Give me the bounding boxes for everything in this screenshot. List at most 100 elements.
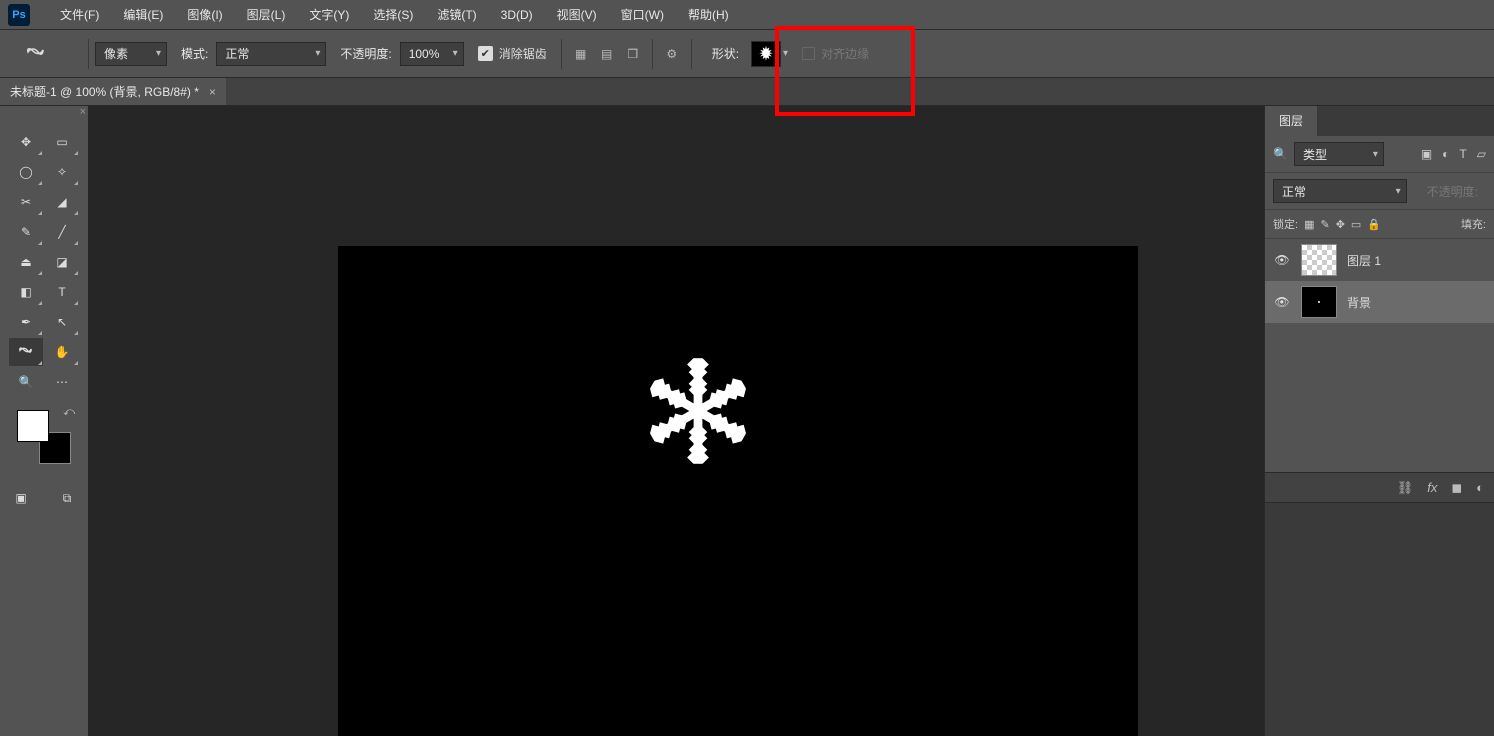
mode-dropdown[interactable]: 正常 <box>216 42 326 66</box>
adjustment-icon[interactable]: ◐ <box>1476 480 1484 495</box>
document-tabbar: 未标题-1 @ 100% (背景, RGB/8#) * × <box>0 78 1494 106</box>
quickmask-tool[interactable]: ▣ <box>4 484 38 512</box>
screenmode-tool[interactable]: ⧉ <box>50 484 84 512</box>
menu-window[interactable]: 窗口(W) <box>609 6 676 23</box>
foreground-color[interactable] <box>17 410 49 442</box>
mask-icon[interactable]: ◼ <box>1451 480 1462 496</box>
lasso-tool[interactable]: ◯ <box>9 158 43 186</box>
layers-list: 👁 图层 1 👁 背景 <box>1265 239 1494 472</box>
menubar: Ps 文件(F) 编辑(E) 图像(I) 图层(L) 文字(Y) 选择(S) 滤… <box>0 0 1494 30</box>
shape-label: 形状: <box>712 45 739 62</box>
panels: 图层 🔍 类型 ▣ ◐ T ▱ 正常 不透明度: 锁定: ▦ ✎ ✥ ▭ 🔒 填… <box>1264 106 1494 736</box>
align-top-icon[interactable]: ▦ <box>568 41 594 67</box>
menu-image[interactable]: 图像(I) <box>175 6 234 23</box>
toolbox: × ✥ ▭ ◯ ✧ ✂ ◢ ✎ ╱ ⏏ ◪ ◧ T ✒ ↖ ✋ 🔍 ⋯ ⤺ ▣ <box>0 106 88 736</box>
menu-help[interactable]: 帮助(H) <box>676 6 741 23</box>
type-tool[interactable]: T <box>45 278 79 306</box>
empty-panel-area <box>1265 502 1494 736</box>
eyedropper-tool[interactable]: ◢ <box>45 188 79 216</box>
collapse-icon[interactable]: × <box>80 106 86 118</box>
layer-thumbnail[interactable] <box>1301 244 1337 276</box>
layer-name[interactable]: 背景 <box>1347 294 1371 311</box>
chevron-down-icon[interactable]: ▾ <box>783 48 788 59</box>
visibility-icon[interactable]: 👁 <box>1273 253 1291 267</box>
custom-shape-tool[interactable] <box>9 338 43 366</box>
filter-shape-icon[interactable]: ▱ <box>1477 147 1486 161</box>
antialias-label: 消除锯齿 <box>499 45 547 62</box>
layer-name[interactable]: 图层 1 <box>1347 252 1381 269</box>
options-bar: 像素 模式: 正常 不透明度: 100% ✔ 消除锯齿 ▦ ▤ ❒ ⚙ 形状: … <box>0 30 1494 78</box>
menu-filter[interactable]: 滤镜(T) <box>425 6 488 23</box>
stack-icon[interactable]: ❒ <box>620 41 646 67</box>
opacity-value: 100% <box>409 47 440 61</box>
menu-layer[interactable]: 图层(L) <box>235 6 298 23</box>
marquee-tool[interactable]: ▭ <box>45 128 79 156</box>
opacity-dropdown[interactable]: 100% <box>400 42 464 66</box>
filter-type-icon[interactable]: T <box>1459 147 1466 161</box>
brush-tool[interactable]: ╱ <box>45 218 79 246</box>
mode-value: 正常 <box>225 45 249 62</box>
stamp-tool[interactable]: ⏏ <box>9 248 43 276</box>
blend-mode-dropdown[interactable]: 正常 <box>1273 179 1407 203</box>
unit-value: 像素 <box>104 45 128 62</box>
menu-edit[interactable]: 编辑(E) <box>111 6 175 23</box>
document-tab[interactable]: 未标题-1 @ 100% (背景, RGB/8#) * × <box>0 78 226 105</box>
snowflake-shape <box>643 356 753 466</box>
unit-dropdown[interactable]: 像素 <box>95 42 167 66</box>
ps-logo-icon: Ps <box>8 4 30 26</box>
mode-label: 模式: <box>181 45 208 62</box>
lock-all-icon[interactable]: 🔒 <box>1367 218 1381 231</box>
menu-select[interactable]: 选择(S) <box>361 6 425 23</box>
zoom-tool[interactable]: 🔍 <box>9 368 43 396</box>
filter-adjust-icon[interactable]: ◐ <box>1442 147 1449 161</box>
align-edges-checkbox <box>802 47 815 60</box>
fx-icon[interactable]: fx <box>1427 480 1437 495</box>
swap-colors-icon[interactable]: ⤺ <box>63 406 75 419</box>
lock-artboard-icon[interactable]: ▭ <box>1351 218 1361 231</box>
path-select-tool[interactable]: ↖ <box>45 308 79 336</box>
healing-tool[interactable]: ✎ <box>9 218 43 246</box>
lock-pixels-icon[interactable]: ▦ <box>1304 218 1314 231</box>
tab-title: 未标题-1 @ 100% (背景, RGB/8#) * <box>10 83 199 100</box>
antialias-checkbox[interactable]: ✔ <box>478 46 493 61</box>
filter-label: 类型 <box>1303 146 1327 163</box>
layer-thumbnail[interactable] <box>1301 286 1337 318</box>
fill-label: 填充: <box>1461 216 1486 232</box>
menu-3d[interactable]: 3D(D) <box>489 8 545 22</box>
move-tool[interactable]: ✥ <box>9 128 43 156</box>
opacity-label: 不透明度: <box>340 45 391 62</box>
lock-brush-icon[interactable]: ✎ <box>1320 218 1329 231</box>
visibility-icon[interactable]: 👁 <box>1273 295 1291 309</box>
panel-opacity-label: 不透明度: <box>1427 183 1478 200</box>
align-mid-icon[interactable]: ▤ <box>594 41 620 67</box>
menu-type[interactable]: 文字(Y) <box>297 6 361 23</box>
more-tools[interactable]: ⋯ <box>45 368 79 396</box>
hand-tool[interactable]: ✋ <box>45 338 79 366</box>
layers-tab[interactable]: 图层 <box>1265 106 1317 136</box>
color-swatches[interactable]: ⤺ <box>17 410 71 464</box>
eraser-tool[interactable]: ◪ <box>45 248 79 276</box>
menu-view[interactable]: 视图(V) <box>545 6 609 23</box>
lock-position-icon[interactable]: ✥ <box>1336 218 1345 231</box>
canvas[interactable] <box>338 246 1138 736</box>
lock-label: 锁定: <box>1273 216 1298 232</box>
blend-mode-value: 正常 <box>1282 183 1306 200</box>
magic-wand-tool[interactable]: ✧ <box>45 158 79 186</box>
close-icon[interactable]: × <box>209 85 216 99</box>
panel-tabs: 图层 <box>1265 106 1494 136</box>
layer-filter-dropdown[interactable]: 类型 <box>1294 142 1384 166</box>
crop-tool[interactable]: ✂ <box>9 188 43 216</box>
pen-tool[interactable]: ✒ <box>9 308 43 336</box>
filter-image-icon[interactable]: ▣ <box>1421 147 1432 161</box>
layer-item[interactable]: 👁 图层 1 <box>1265 239 1494 281</box>
gradient-tool[interactable]: ◧ <box>9 278 43 306</box>
current-tool-icon[interactable] <box>20 38 52 70</box>
layer-item[interactable]: 👁 背景 <box>1265 281 1494 323</box>
align-edges-label: 对齐边缘 <box>821 45 869 62</box>
shape-preview-dropdown[interactable] <box>751 41 781 67</box>
canvas-area[interactable] <box>88 106 1264 736</box>
gear-icon[interactable]: ⚙ <box>659 41 685 67</box>
link-layers-icon[interactable]: ⛓ <box>1397 480 1414 496</box>
layers-panel-footer: ⛓ fx ◼ ◐ <box>1265 472 1494 502</box>
menu-file[interactable]: 文件(F) <box>48 6 111 23</box>
